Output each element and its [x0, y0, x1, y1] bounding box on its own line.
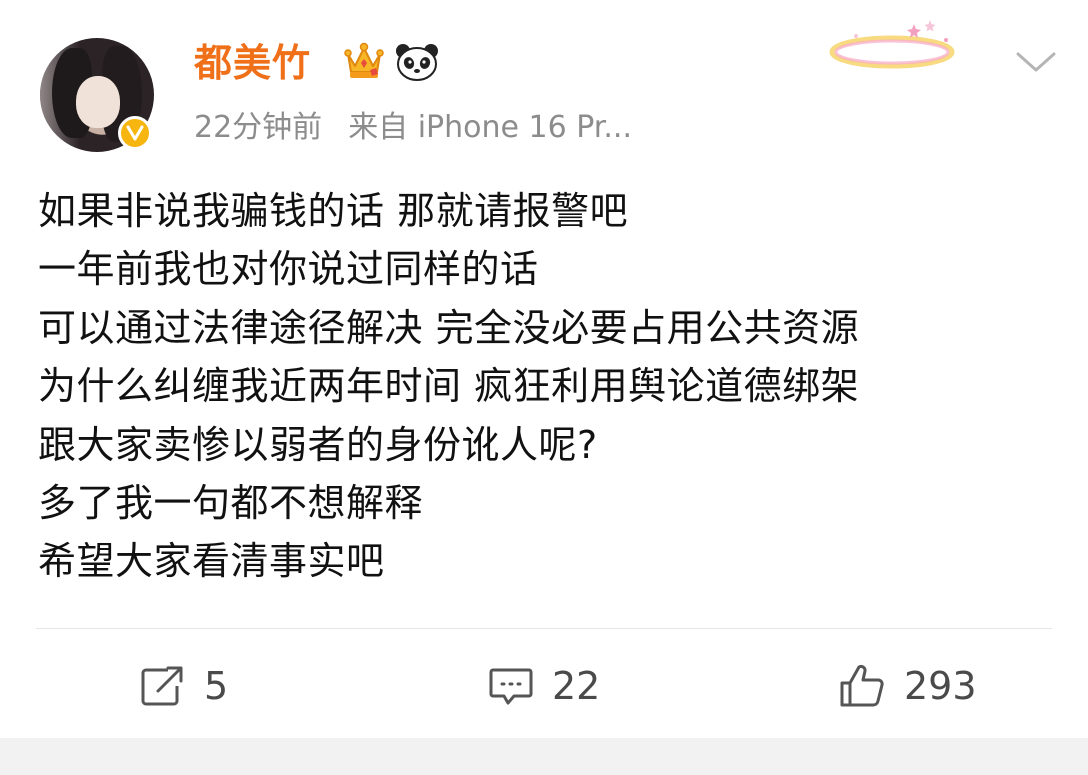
- post-line: 如果非说我骗钱的话 那就请报警吧: [38, 189, 629, 233]
- post-text: 如果非说我骗钱的话 那就请报警吧 一年前我也对你说过同样的话 可以通过法律途径解…: [38, 182, 1048, 591]
- comment-count: 22: [552, 664, 601, 708]
- post-source: 来自 iPhone 16 Pr...: [348, 110, 632, 145]
- weibo-post-card: 都美竹 22分钟前 来自 iPhone 16 Pr... 如果非说我骗钱的话 那…: [0, 0, 1088, 775]
- post-time: 22分钟前: [194, 110, 323, 145]
- post-meta: 22分钟前 来自 iPhone 16 Pr...: [194, 108, 632, 148]
- comment-button[interactable]: 22: [488, 660, 600, 712]
- panda-icon: [396, 44, 438, 81]
- post-line: 一年前我也对你说过同样的话: [38, 247, 539, 292]
- share-icon: [141, 666, 183, 706]
- post-line: 跟大家卖惨以弱者的身份讹人呢?: [38, 422, 598, 467]
- thumbs-up-icon: [840, 664, 884, 707]
- post-line: 多了我一句都不想解释: [38, 480, 424, 525]
- chevron-down-icon[interactable]: [1014, 48, 1058, 76]
- comment-icon: [489, 668, 533, 705]
- repost-count: 5: [204, 664, 229, 708]
- like-button[interactable]: 293: [838, 660, 977, 712]
- username[interactable]: 都美竹: [194, 38, 311, 88]
- halo-decoration-icon: [829, 20, 955, 69]
- like-count: 293: [904, 664, 977, 708]
- crown-icon: [344, 42, 384, 78]
- verified-icon: [118, 116, 152, 150]
- post-line: 为什么纠缠我近两年时间 疯狂利用舆论道德绑架: [38, 364, 860, 409]
- divider: [36, 628, 1052, 629]
- post-line: 可以通过法律途径解决 完全没必要占用公共资源: [38, 305, 860, 350]
- post-line: 希望大家看清事实吧: [38, 539, 385, 584]
- repost-button[interactable]: 5: [138, 660, 228, 712]
- feed-separator: [0, 738, 1088, 775]
